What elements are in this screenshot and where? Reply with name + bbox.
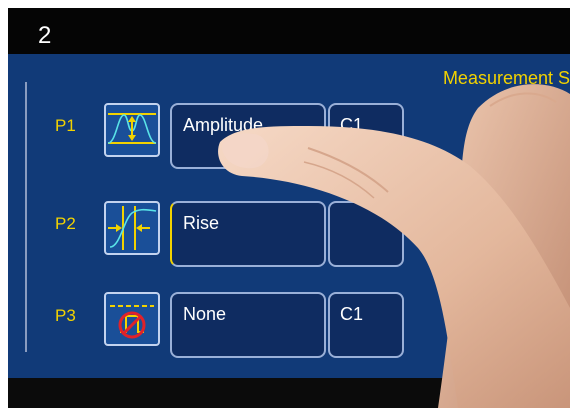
pointing-finger xyxy=(218,84,570,408)
screenshot-frame: 2 Measurement S P1 Amplitude C1 P2 Rise … xyxy=(8,8,570,408)
